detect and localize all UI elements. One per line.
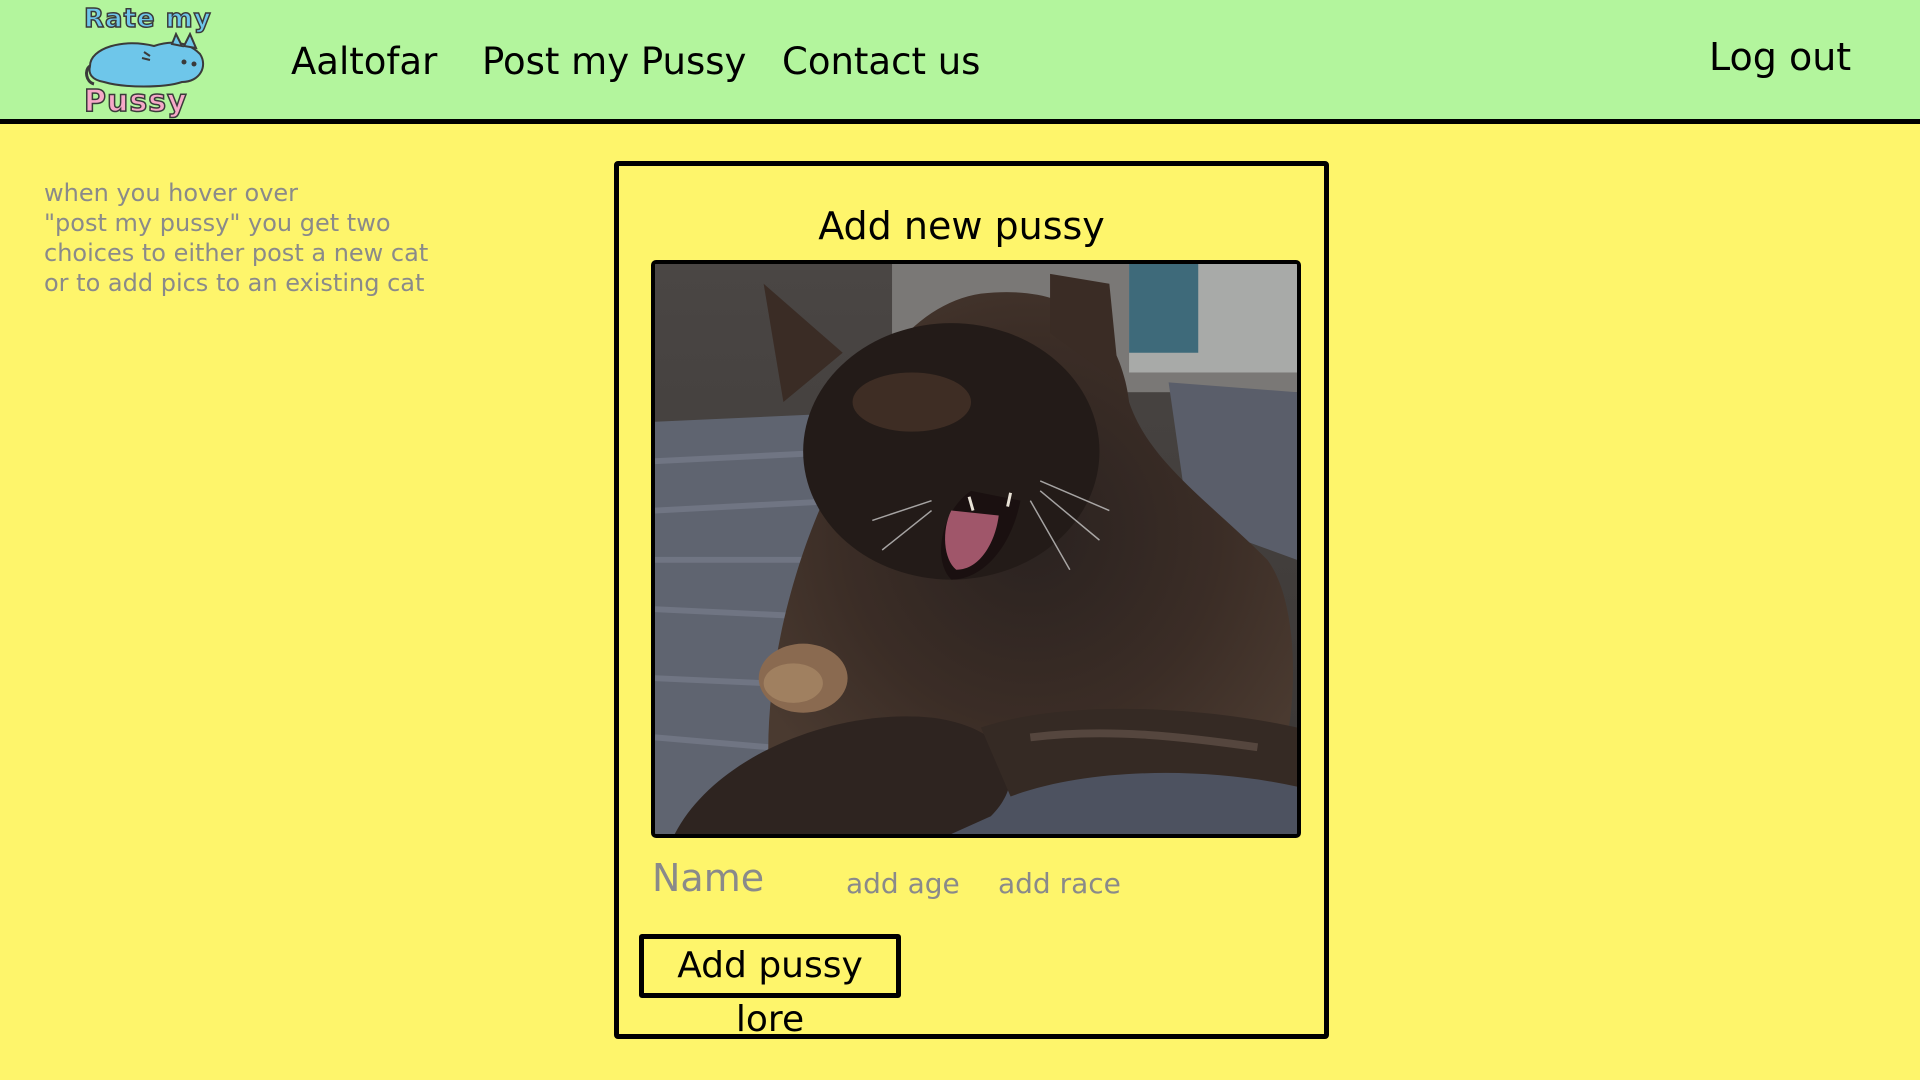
- nav-post-my-pussy[interactable]: Post my Pussy: [482, 40, 746, 83]
- card-title-text: Add new pussy: [818, 204, 1105, 248]
- cat-photo-image: [655, 264, 1297, 834]
- hint-line: "post my pussy" you get two: [44, 209, 391, 237]
- add-cat-card: Add new pussy Name add age add race Add …: [614, 161, 1329, 1040]
- nav-contact-us[interactable]: Contact us: [782, 40, 980, 83]
- hint-line: when you hover over: [44, 179, 299, 207]
- logo-text-bottom: Pussy: [83, 83, 188, 120]
- cat-logo-icon: [85, 32, 205, 88]
- race-input[interactable]: add race: [998, 867, 1121, 900]
- logo-text-top: Rate my: [83, 3, 212, 35]
- site-logo[interactable]: Rate my Pussy: [78, 3, 214, 120]
- hint-line: or to add pics to an existing cat: [44, 269, 425, 297]
- logout-link[interactable]: Log out: [1709, 35, 1851, 79]
- age-input[interactable]: add age: [846, 867, 960, 900]
- hint-line: choices to either post a new cat: [44, 239, 429, 267]
- cat-photo[interactable]: [651, 260, 1301, 838]
- design-hint-note: when you hover over "post my pussy" you …: [44, 178, 429, 298]
- name-input[interactable]: Name: [652, 856, 764, 900]
- top-navbar: Rate my Pussy Aaltofar Post my Pussy Con…: [0, 0, 1920, 124]
- card-title: Add new pussy: [619, 204, 1324, 248]
- nav-aaltofar[interactable]: Aaltofar: [291, 40, 437, 83]
- add-lore-button[interactable]: Add pussy lore: [639, 934, 901, 1040]
